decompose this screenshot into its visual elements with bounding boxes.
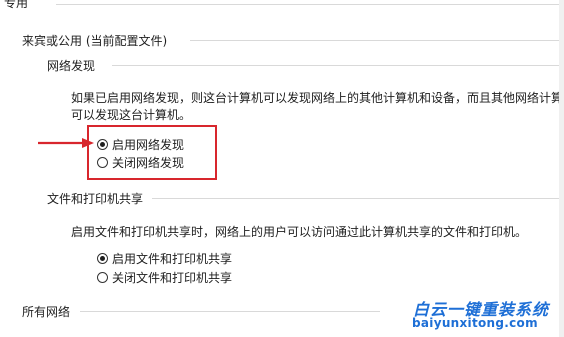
section-header-private: 专用 [4, 0, 29, 10]
radio-enable-network-discovery[interactable]: 启用网络发现 [97, 136, 184, 153]
network-discovery-description-cont: 可以发现这台计算机。 [71, 108, 192, 122]
radio-button[interactable] [97, 272, 108, 283]
section-header-all-networks: 所有网络 [22, 305, 71, 319]
radio-disable-network-discovery[interactable]: 关闭网络发现 [97, 154, 184, 171]
radio-enable-file-sharing[interactable]: 启用文件和打印机共享 [97, 250, 232, 267]
radio-button[interactable] [97, 157, 108, 168]
divider [190, 40, 559, 41]
radio-button-checked[interactable] [97, 253, 108, 264]
radio-label: 启用网络发现 [112, 138, 185, 152]
radio-disable-file-sharing[interactable]: 关闭文件和打印机共享 [97, 269, 232, 286]
radio-label: 启用文件和打印机共享 [112, 252, 233, 266]
divider [56, 4, 559, 5]
radio-button-checked[interactable] [97, 139, 108, 150]
section-header-guest-public: 来宾或公用 (当前配置文件) [22, 34, 168, 48]
group-title-file-sharing: 文件和打印机共享 [47, 192, 144, 206]
scrollbar[interactable] [559, 0, 564, 337]
radio-label: 关闭网络发现 [112, 156, 185, 170]
group-title-network-discovery: 网络发现 [47, 59, 96, 73]
file-sharing-description: 启用文件和打印机共享时，网络上的用户可以访问通过此计算机共享的文件和打印机。 [71, 225, 528, 239]
divider [152, 198, 559, 199]
divider [80, 311, 380, 312]
divider [112, 65, 559, 66]
network-discovery-description: 如果已启用网络发现，则这台计算机可以发现网络上的其他计算机和设备，而且其他网络计… [71, 91, 564, 105]
radio-label: 关闭文件和打印机共享 [112, 271, 233, 285]
watermark-url: baiyunxitong.com [412, 316, 538, 330]
